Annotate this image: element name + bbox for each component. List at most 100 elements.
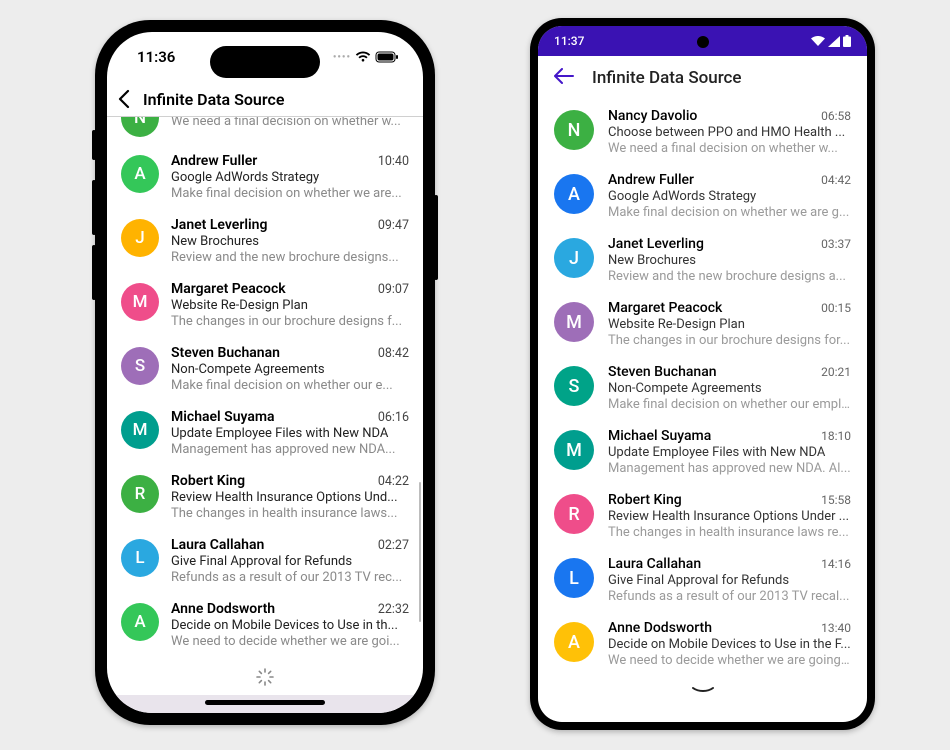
list-item[interactable]: NChoose between PPO and HMO Healt...We n… [107, 117, 423, 145]
subject-line: Decide on Mobile Devices to Use in the F… [608, 637, 851, 652]
android-frame: 11:37 Infinite Data Source N Nancy Davoli… [530, 18, 875, 730]
android-nav-bar: Infinite Data Source [538, 56, 867, 100]
avatar: N [121, 117, 159, 137]
sender-name: Robert King [171, 473, 370, 489]
sender-name: Michael Suyama [171, 409, 370, 425]
sender-name: Robert King [608, 492, 813, 508]
avatar: J [121, 219, 159, 257]
list-item[interactable]: SSteven Buchanan20:21Non-Compete Agreeme… [538, 356, 867, 420]
time-label: 09:07 [378, 282, 409, 297]
preview-text: The changes in health insurance laws... [171, 506, 409, 521]
avatar: R [554, 494, 594, 534]
list-item[interactable]: MMargaret Peacock09:07Website Re-Design … [107, 273, 423, 337]
subject-line: New Brochures [608, 253, 851, 268]
back-button[interactable] [117, 89, 131, 109]
list-item[interactable]: R Robert King 04:22Review Health Insurance… [107, 465, 423, 529]
list-item[interactable]: RRobert King15:58Review Health Insurance… [538, 484, 867, 548]
avatar: M [554, 430, 594, 470]
back-button[interactable] [554, 68, 574, 88]
time-label: 04:22 [378, 474, 409, 489]
preview-text: Make final decision on whether we are... [171, 186, 409, 201]
time-label: 13:40 [821, 621, 851, 635]
time-label: 06:58 [821, 109, 851, 123]
list-item[interactable]: JJanet Leverling09:47New BrochuresReview… [107, 209, 423, 273]
time-label: 22:32 [378, 602, 409, 617]
scrollbar[interactable] [419, 482, 421, 622]
time-label: 02:27 [378, 538, 409, 553]
avatar: N [554, 110, 594, 150]
time-label: 18:10 [821, 429, 851, 443]
subject-line: Non-Compete Agreements [608, 381, 851, 396]
android-message-list[interactable]: N Nancy Davolio 06:58 Choose between PPO an… [538, 100, 867, 676]
subject-line: Choose between PPO and HMO Health ... [608, 125, 851, 140]
home-indicator[interactable] [205, 700, 325, 705]
subject-line: Decide on Mobile Devices to Use in th... [171, 618, 409, 633]
list-item[interactable]: AAndrew Fuller04:42Google AdWords Strate… [538, 164, 867, 228]
time-label: 04:42 [821, 173, 851, 187]
time-label: 06:16 [378, 410, 409, 425]
list-item[interactable]: LLaura Callahan02:27Give Final Approval … [107, 529, 423, 593]
sender-name: Janet Leverling [608, 236, 813, 252]
sender-name: Laura Callahan [608, 556, 813, 572]
avatar: M [121, 283, 159, 321]
time-label: 20:21 [821, 365, 851, 379]
subject-line: Give Final Approval for Refunds [171, 554, 409, 569]
iphone-frame: 11:36 •••• Infinite Data Source NChoose … [95, 20, 435, 725]
preview-text: The changes in our brochure designs for.… [608, 333, 851, 348]
list-item[interactable]: MMargaret Peacock00:15Website Re-Design … [538, 292, 867, 356]
subject-line: Review Health Insurance Options Und... [171, 490, 409, 505]
avatar: L [121, 539, 159, 577]
preview-text: The changes in health insurance laws re.… [608, 525, 851, 540]
cellular-dots-icon: •••• [333, 52, 351, 63]
loading-arc-icon [538, 676, 867, 714]
front-camera [697, 36, 709, 48]
cellular-icon [828, 36, 840, 47]
list-item[interactable]: JJanet Leverling03:37New BrochuresReview… [538, 228, 867, 292]
subject-line: Website Re-Design Plan [608, 317, 851, 332]
sender-name: Janet Leverling [171, 217, 370, 233]
dynamic-island [210, 46, 320, 78]
subject-line: Non-Compete Agreements [171, 362, 409, 377]
sender-name: Michael Suyama [608, 428, 813, 444]
preview-text: Refunds as a result of our 2013 TV recal… [608, 589, 851, 604]
page-title: Infinite Data Source [592, 68, 742, 88]
time-label: 00:15 [821, 301, 851, 315]
preview-text: The changes in our brochure designs f... [171, 314, 409, 329]
subject-line: Update Employee Files with New NDA [171, 426, 409, 441]
subject-line: Google AdWords Strategy [608, 189, 851, 204]
time-label: 10:40 [378, 154, 409, 169]
ios-nav-bar: Infinite Data Source [107, 82, 423, 117]
preview-text: Review and the new brochure designs... [171, 250, 409, 265]
list-item[interactable]: N Nancy Davolio 06:58 Choose between PPO an… [538, 100, 867, 164]
preview-text: Review and the new brochure designs a... [608, 269, 851, 284]
avatar: L [554, 558, 594, 598]
preview-text: Management has approved new NDA. Al... [608, 461, 851, 476]
time-label: 03:37 [821, 237, 851, 251]
list-item[interactable]: AAnne Dodsworth13:40Decide on Mobile Dev… [538, 612, 867, 676]
ios-message-list[interactable]: NChoose between PPO and HMO Healt...We n… [107, 117, 423, 657]
preview-text: Make final decision on whether we are g.… [608, 205, 851, 220]
avatar: S [121, 347, 159, 385]
preview-text: We need to decide whether we are goi... [171, 634, 409, 649]
list-item[interactable]: LLaura Callahan14:16Give Final Approval … [538, 548, 867, 612]
sender-name: Nancy Davolio [608, 108, 813, 124]
preview-text: We need a final decision on whether w... [608, 141, 851, 156]
avatar: A [554, 622, 594, 662]
list-item[interactable]: AAndrew Fuller10:40Google AdWords Strate… [107, 145, 423, 209]
status-time: 11:37 [554, 34, 584, 48]
list-item[interactable]: AAnne Dodsworth22:32Decide on Mobile Dev… [107, 593, 423, 657]
sender-name: Andrew Fuller [171, 153, 370, 169]
status-time: 11:36 [137, 48, 175, 66]
preview-text: We need a final decision on whether w... [171, 117, 409, 129]
time-label: 15:58 [821, 493, 851, 507]
avatar: M [121, 411, 159, 449]
list-item[interactable]: SSteven Buchanan08:42Non-Compete Agreeme… [107, 337, 423, 401]
subject-line: Update Employee Files with New NDA [608, 445, 851, 460]
avatar: A [121, 155, 159, 193]
time-label: 08:42 [378, 346, 409, 361]
list-item[interactable]: M Michael Suyama 18:10 Update Employee File… [538, 420, 867, 484]
battery-icon [375, 51, 399, 63]
avatar: R [121, 475, 159, 513]
preview-text: We need to decide whether we are going..… [608, 653, 851, 668]
list-item[interactable]: M Michael Suyama 06:16Update Employee File… [107, 401, 423, 465]
